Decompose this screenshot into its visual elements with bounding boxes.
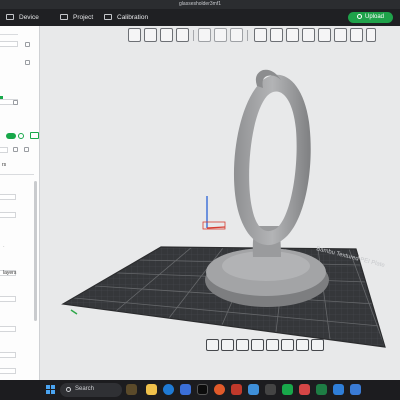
scale-icon[interactable] bbox=[286, 28, 299, 42]
start-icon[interactable] bbox=[46, 385, 56, 395]
setting-field[interactable] bbox=[0, 368, 16, 374]
bambu-studio-icon[interactable] bbox=[197, 384, 208, 395]
add-plate-icon[interactable] bbox=[144, 28, 157, 42]
printer-field[interactable] bbox=[0, 41, 18, 47]
layers-label: layers bbox=[3, 270, 17, 276]
edit-printer-icon[interactable] bbox=[25, 42, 30, 47]
menu-calibration-label: Calibration bbox=[117, 14, 149, 21]
menu-bar: Device Project Calibration bbox=[0, 9, 400, 26]
filament-tag[interactable] bbox=[30, 132, 39, 139]
model-ring[interactable] bbox=[233, 74, 311, 246]
filament-color-icon[interactable] bbox=[18, 133, 24, 139]
auto-orient-icon[interactable] bbox=[160, 28, 173, 42]
add-object-icon[interactable] bbox=[128, 28, 141, 42]
view-top-icon[interactable] bbox=[236, 339, 249, 351]
upload-label: Upload bbox=[364, 14, 384, 20]
bambu-handy-icon[interactable] bbox=[282, 384, 293, 395]
y-axis bbox=[70, 309, 78, 315]
layers-view-icon[interactable] bbox=[230, 28, 243, 42]
excel-icon[interactable] bbox=[316, 384, 327, 395]
taskbar-search[interactable]: Search bbox=[60, 383, 122, 397]
window-title: glassesholder3mf1 bbox=[179, 1, 221, 7]
panel-label: rs bbox=[2, 162, 7, 168]
bottom-view-toolbar bbox=[206, 339, 326, 352]
store-icon[interactable] bbox=[180, 384, 191, 395]
menu-device-label: Device bbox=[19, 14, 39, 21]
title-bar: glassesholder3mf1 bbox=[0, 0, 400, 9]
chrome-icon[interactable] bbox=[214, 384, 225, 395]
arrange-icon[interactable] bbox=[176, 28, 189, 42]
toolbar-divider bbox=[193, 30, 194, 41]
windows-taskbar: Search bbox=[0, 380, 400, 400]
process-save-icon[interactable] bbox=[24, 147, 29, 152]
left-settings-panel: rs · layers bbox=[0, 26, 40, 380]
photos-icon[interactable] bbox=[333, 384, 344, 395]
setting-field[interactable] bbox=[0, 212, 16, 218]
edge-icon[interactable] bbox=[163, 384, 174, 395]
view-toggle-icon[interactable] bbox=[296, 339, 309, 351]
media-icon[interactable] bbox=[299, 384, 310, 395]
search-icon bbox=[66, 387, 71, 392]
filament-toggle[interactable] bbox=[6, 133, 16, 139]
process-field[interactable] bbox=[0, 147, 8, 153]
more-tools-icon[interactable] bbox=[366, 28, 376, 42]
setting-label: · bbox=[3, 244, 5, 250]
view-home-icon[interactable] bbox=[206, 339, 219, 351]
seam-paint-icon[interactable] bbox=[350, 28, 363, 42]
search-placeholder: Search bbox=[75, 386, 95, 392]
app-icon[interactable] bbox=[350, 384, 361, 395]
app-icon[interactable] bbox=[265, 384, 276, 395]
mail-icon[interactable] bbox=[248, 384, 259, 395]
x-axis bbox=[206, 226, 226, 229]
menu-project-label: Project bbox=[73, 14, 94, 21]
move-icon[interactable] bbox=[254, 28, 267, 42]
widgets-icon[interactable] bbox=[126, 384, 137, 395]
file-explorer-icon[interactable] bbox=[146, 384, 157, 395]
upload-button[interactable]: Upload bbox=[348, 12, 393, 23]
view-settings-icon[interactable] bbox=[311, 339, 324, 351]
cut-icon[interactable] bbox=[318, 28, 331, 42]
project-icon bbox=[60, 14, 68, 20]
setting-field[interactable] bbox=[0, 326, 16, 332]
panel-divider bbox=[0, 174, 34, 175]
menu-project[interactable]: Project bbox=[60, 13, 93, 22]
panel-divider bbox=[0, 34, 18, 35]
filament-settings-icon[interactable] bbox=[13, 100, 18, 105]
calibration-icon bbox=[104, 14, 112, 20]
support-paint-icon[interactable] bbox=[334, 28, 347, 42]
lay-on-face-icon[interactable] bbox=[302, 28, 315, 42]
view-side-icon[interactable] bbox=[266, 339, 279, 351]
rotate-icon[interactable] bbox=[270, 28, 283, 42]
device-icon bbox=[6, 14, 14, 20]
setting-field[interactable] bbox=[0, 352, 16, 358]
process-edit-icon[interactable] bbox=[13, 147, 18, 152]
menu-device[interactable]: Device bbox=[6, 13, 39, 22]
panel-scrollbar[interactable] bbox=[34, 181, 37, 321]
3d-viewport[interactable]: Bambu Textured PEI Plate bbox=[41, 44, 400, 380]
split-objects-icon[interactable] bbox=[198, 28, 211, 42]
edit-plate-icon[interactable] bbox=[25, 60, 30, 65]
view-iso-icon[interactable] bbox=[281, 339, 294, 351]
upload-icon bbox=[356, 14, 362, 19]
menu-calibration[interactable]: Calibration bbox=[104, 13, 148, 22]
setting-field[interactable] bbox=[0, 296, 16, 302]
split-parts-icon[interactable] bbox=[214, 28, 227, 42]
setting-field[interactable] bbox=[0, 194, 16, 200]
view-fit-icon[interactable] bbox=[221, 339, 234, 351]
red-app-icon[interactable] bbox=[231, 384, 242, 395]
view-front-icon[interactable] bbox=[251, 339, 264, 351]
viewport-scene[interactable]: Bambu Textured PEI Plate bbox=[41, 44, 400, 380]
toolbar-divider bbox=[247, 30, 248, 41]
